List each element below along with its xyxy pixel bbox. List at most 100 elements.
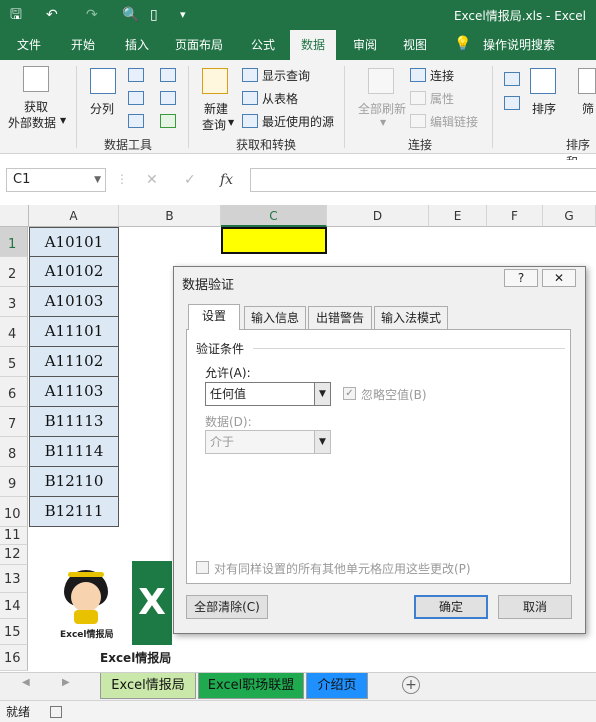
cell-a[interactable]: A11103 [29, 377, 119, 407]
tab-insert[interactable]: 插入 [114, 30, 160, 60]
get-external-data-label2[interactable]: 外部数据 [8, 114, 56, 131]
cell-a[interactable]: A11101 [29, 317, 119, 347]
relationships-icon[interactable] [160, 91, 176, 105]
document-icon[interactable]: ▯ [150, 5, 158, 25]
chevron-down-icon[interactable]: ▼ [314, 431, 330, 453]
refresh-all-button[interactable]: 全部刷新 [358, 100, 406, 117]
chevron-down-icon[interactable]: ▼ [314, 383, 330, 405]
new-query-label2[interactable]: 查询 [202, 116, 226, 133]
sort-button[interactable]: 排序 [532, 100, 556, 117]
row-header[interactable]: 6 [0, 377, 28, 407]
manage-data-model-icon[interactable] [160, 114, 176, 128]
column-header-f[interactable]: F [487, 205, 543, 227]
cell-a[interactable]: B12110 [29, 467, 119, 497]
customize-quick-access-icon[interactable]: ▾ [180, 5, 186, 25]
sort-ascending-icon[interactable] [504, 72, 520, 86]
tab-review[interactable]: 审阅 [342, 30, 388, 60]
enter-icon[interactable]: ✓ [184, 172, 196, 188]
row-header[interactable]: 11 [0, 527, 28, 545]
clear-all-button[interactable]: 全部清除(C) [186, 595, 268, 619]
cell-a[interactable]: A10102 [29, 257, 119, 287]
get-external-data-label1[interactable]: 获取 [24, 98, 48, 115]
show-queries-icon[interactable] [242, 68, 258, 82]
recent-sources-icon[interactable] [242, 114, 258, 128]
column-header-a[interactable]: A [29, 205, 119, 227]
apply-all-checkbox[interactable] [196, 561, 209, 574]
refresh-all-icon[interactable] [368, 68, 394, 94]
tab-settings[interactable]: 设置 [188, 304, 240, 330]
chevron-down-icon[interactable]: ▼ [60, 116, 66, 125]
edit-links-button[interactable]: 编辑链接 [430, 113, 478, 130]
tab-error-alert[interactable]: 出错警告 [308, 306, 372, 329]
get-external-data-icon[interactable] [23, 66, 49, 92]
data-validation-icon[interactable] [128, 114, 144, 128]
save-icon[interactable]: 🖫 [10, 5, 22, 25]
row-header[interactable]: 4 [0, 317, 28, 347]
ok-button[interactable]: 确定 [414, 595, 488, 619]
column-header-c[interactable]: C [221, 205, 327, 227]
insert-function-icon[interactable]: fx [220, 172, 233, 188]
column-header-e[interactable]: E [429, 205, 487, 227]
from-table-icon[interactable] [242, 91, 258, 105]
resize-handle-icon[interactable]: ⋮ [116, 172, 128, 186]
properties-icon[interactable] [410, 91, 426, 105]
cell-a[interactable]: B11114 [29, 437, 119, 467]
scroll-left-icon[interactable]: ◀ [22, 677, 30, 688]
macro-record-icon[interactable] [50, 706, 62, 718]
selected-cell-c1[interactable] [221, 227, 327, 254]
remove-duplicates-icon[interactable] [128, 91, 144, 105]
cell-a[interactable]: A10101 [29, 227, 119, 257]
chevron-down-icon[interactable]: ▼ [228, 118, 234, 127]
row-header[interactable]: 12 [0, 545, 28, 565]
scroll-right-icon[interactable]: ▶ [62, 677, 70, 688]
tab-view[interactable]: 视图 [392, 30, 438, 60]
flash-fill-icon[interactable] [128, 68, 144, 82]
sheet-tab[interactable]: 介绍页 [306, 673, 368, 699]
text-to-columns-icon[interactable] [90, 68, 116, 94]
row-header[interactable]: 9 [0, 467, 28, 497]
split-button[interactable]: 分列 [90, 100, 114, 117]
tab-data[interactable]: 数据 [290, 30, 336, 60]
consolidate-icon[interactable] [160, 68, 176, 82]
tab-home[interactable]: 开始 [60, 30, 106, 60]
cancel-button[interactable]: 取消 [498, 595, 572, 619]
tab-page-layout[interactable]: 页面布局 [166, 30, 232, 60]
row-header[interactable]: 7 [0, 407, 28, 437]
row-header[interactable]: 15 [0, 619, 28, 645]
new-query-label1[interactable]: 新建 [204, 100, 228, 117]
filter-button[interactable]: 筛 [582, 100, 594, 117]
connections-icon[interactable] [410, 68, 426, 82]
column-header-g[interactable]: G [543, 205, 596, 227]
row-header[interactable]: 13 [0, 565, 28, 593]
sort-descending-icon[interactable] [504, 96, 520, 110]
formula-input[interactable] [250, 168, 596, 192]
tab-file[interactable]: 文件 [6, 30, 52, 60]
cancel-icon[interactable]: ✕ [146, 172, 158, 188]
sheet-tab[interactable]: Excel情报局 [100, 673, 196, 699]
row-header[interactable]: 14 [0, 593, 28, 619]
add-sheet-icon[interactable]: + [402, 676, 420, 694]
redo-icon[interactable]: ↷ [86, 5, 98, 25]
row-header[interactable]: 10 [0, 497, 28, 527]
close-icon[interactable]: ✕ [542, 269, 576, 287]
allow-select[interactable]: 任何值 ▼ [205, 382, 331, 406]
data-select[interactable]: 介于 ▼ [205, 430, 331, 454]
new-query-icon[interactable] [202, 68, 228, 94]
column-header-b[interactable]: B [119, 205, 221, 227]
sort-icon[interactable] [530, 68, 556, 94]
print-preview-icon[interactable]: 🔍 [122, 5, 139, 25]
edit-links-icon[interactable] [410, 114, 426, 128]
cell-a[interactable]: A10103 [29, 287, 119, 317]
name-box[interactable]: C1 ▼ [6, 168, 106, 192]
row-header[interactable]: 3 [0, 287, 28, 317]
tab-tell-me[interactable]: 操作说明搜索 [476, 30, 562, 60]
row-header[interactable]: 1 [0, 227, 28, 257]
sheet-tab[interactable]: Excel职场联盟 [198, 673, 304, 699]
undo-icon[interactable]: ↶ [46, 5, 58, 25]
chevron-down-icon[interactable]: ▼ [94, 169, 101, 191]
select-all-corner[interactable] [0, 205, 29, 227]
row-header[interactable]: 16 [0, 645, 28, 671]
cell-a[interactable]: A11102 [29, 347, 119, 377]
chevron-down-icon[interactable]: ▼ [380, 118, 386, 127]
tab-formulas[interactable]: 公式 [240, 30, 286, 60]
